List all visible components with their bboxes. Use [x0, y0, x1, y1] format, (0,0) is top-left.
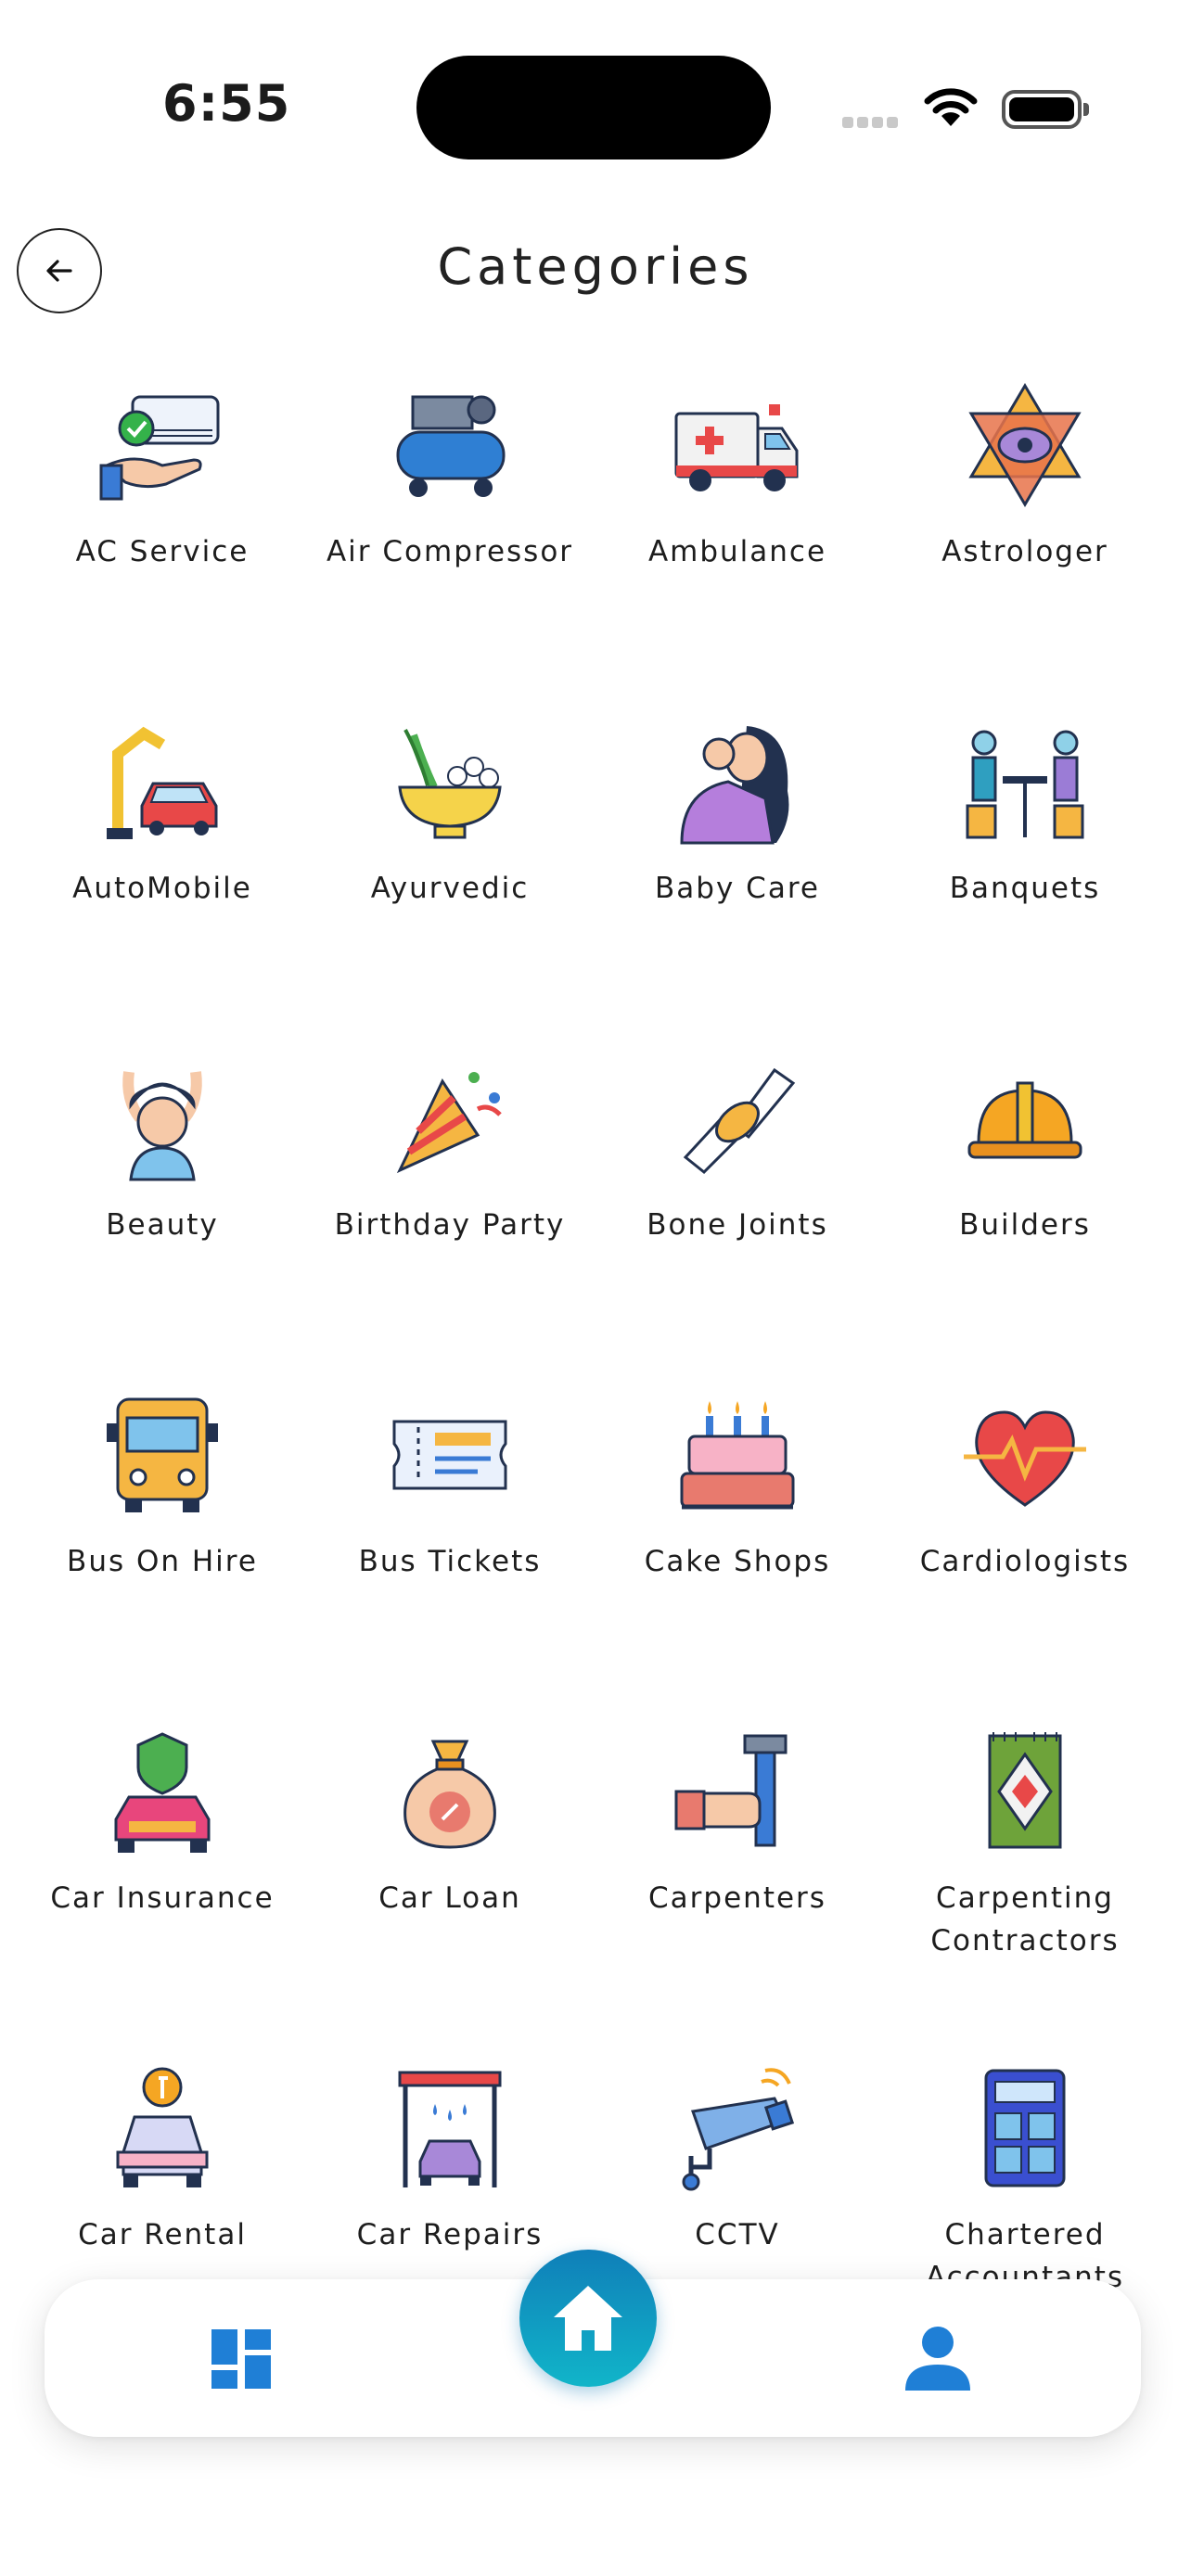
category-label: Carpenting Contractors	[930, 1881, 1120, 1958]
category-label: Air Compressor	[326, 535, 574, 568]
category-label: Bus Tickets	[358, 1545, 542, 1578]
ac-service-icon	[97, 380, 227, 510]
cake-shops-icon	[672, 1390, 802, 1520]
car-rental-icon	[97, 2063, 227, 2193]
category-banquets[interactable]: Banquets	[881, 708, 1169, 1044]
category-label: Ayurvedic	[370, 872, 530, 905]
category-beauty[interactable]: Beauty	[19, 1044, 306, 1381]
banquets-icon	[960, 717, 1090, 847]
category-bone-joints[interactable]: Bone Joints	[594, 1044, 881, 1381]
bus-tickets-icon	[385, 1390, 515, 1520]
category-birthday-party[interactable]: Birthday Party	[306, 1044, 594, 1381]
category-label: AutoMobile	[72, 872, 252, 905]
category-label: CCTV	[695, 2218, 780, 2251]
home-button[interactable]	[519, 2250, 657, 2387]
category-automobile[interactable]: AutoMobile	[19, 708, 306, 1044]
ambulance-icon	[672, 380, 802, 510]
category-cardiologists[interactable]: Cardiologists	[881, 1381, 1169, 1717]
cardiologists-icon	[960, 1390, 1090, 1520]
category-label: Car Rental	[78, 2218, 247, 2251]
category-label: Car Repairs	[356, 2218, 544, 2251]
category-label: Bus On Hire	[67, 1545, 258, 1578]
beauty-icon	[97, 1053, 227, 1183]
birthday-party-icon	[385, 1053, 515, 1183]
cctv-icon	[672, 2063, 802, 2193]
page-title: Categories	[437, 237, 754, 296]
category-air-compressor[interactable]: Air Compressor	[306, 371, 594, 708]
category-label: Astrologer	[941, 535, 1108, 568]
category-baby-care[interactable]: Baby Care	[594, 708, 881, 1044]
air-compressor-icon	[385, 380, 515, 510]
category-ac-service[interactable]: AC Service	[19, 371, 306, 708]
profile-icon[interactable]	[903, 2324, 972, 2396]
bus-on-hire-icon	[97, 1390, 227, 1520]
battery-icon	[1002, 90, 1091, 129]
category-label: Baby Care	[655, 872, 820, 905]
builders-icon	[960, 1053, 1090, 1183]
car-loan-icon	[385, 1727, 515, 1856]
category-label: Banquets	[949, 872, 1101, 905]
baby-care-icon	[672, 717, 802, 847]
car-insurance-icon	[97, 1727, 227, 1856]
category-label: Carpenters	[648, 1881, 826, 1915]
category-cake-shops[interactable]: Cake Shops	[594, 1381, 881, 1717]
car-repairs-icon	[385, 2063, 515, 2193]
category-ambulance[interactable]: Ambulance	[594, 371, 881, 708]
category-grid: AC Service Air Compressor Ambulance Astr…	[19, 371, 1172, 2391]
category-car-insurance[interactable]: Car Insurance	[19, 1717, 306, 2054]
category-label: Car Loan	[378, 1881, 521, 1915]
category-carpenters[interactable]: Carpenters	[594, 1717, 881, 2054]
category-carpenting-contractors[interactable]: Carpenting Contractors	[881, 1717, 1169, 2054]
category-builders[interactable]: Builders	[881, 1044, 1169, 1381]
automobile-icon	[97, 717, 227, 847]
category-bus-on-hire[interactable]: Bus On Hire	[19, 1381, 306, 1717]
astrologer-icon	[960, 380, 1090, 510]
category-label: Bone Joints	[647, 1208, 828, 1242]
carpenters-icon	[672, 1727, 802, 1856]
category-label: Car Insurance	[50, 1881, 275, 1915]
dynamic-island	[416, 56, 771, 159]
category-ayurvedic[interactable]: Ayurvedic	[306, 708, 594, 1044]
carpenting-contractors-icon	[960, 1727, 1090, 1856]
category-label: AC Service	[75, 535, 250, 568]
bone-joints-icon	[672, 1053, 802, 1183]
status-time: 6:55	[162, 74, 291, 133]
home-icon	[554, 2286, 622, 2351]
screen: 6:55 Categories AC Service Air Compresso…	[0, 0, 1191, 2576]
category-label: Ambulance	[647, 535, 827, 568]
wifi-icon	[923, 85, 979, 132]
category-label: Cardiologists	[919, 1545, 1131, 1578]
category-astrologer[interactable]: Astrologer	[881, 371, 1169, 708]
category-label: Birthday Party	[334, 1208, 566, 1242]
category-car-loan[interactable]: Car Loan	[306, 1717, 594, 2054]
cellular-signal-icon	[842, 114, 907, 128]
ayurvedic-icon	[385, 717, 515, 847]
chartered-accountants-icon	[960, 2063, 1090, 2193]
category-label: Cake Shops	[644, 1545, 831, 1578]
category-label: Beauty	[106, 1208, 219, 1242]
category-bus-tickets[interactable]: Bus Tickets	[306, 1381, 594, 1717]
dashboard-icon[interactable]	[210, 2327, 273, 2394]
category-label: Builders	[959, 1208, 1091, 1242]
